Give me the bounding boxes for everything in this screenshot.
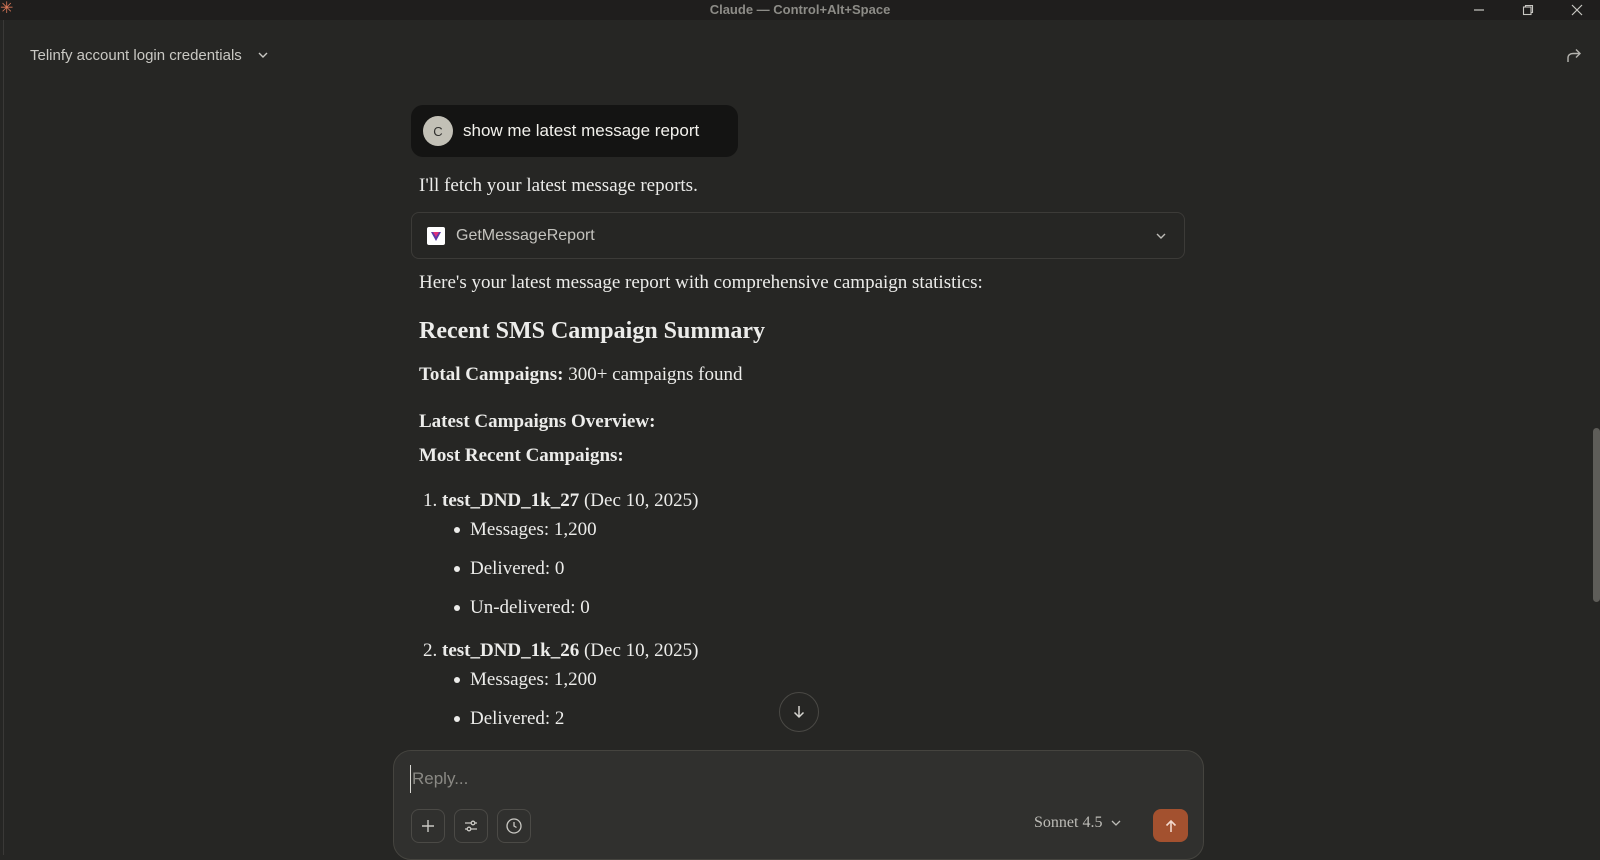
conversation-title-menu[interactable]: Telinfy account login credentials bbox=[30, 44, 270, 66]
total-campaigns: Total Campaigns: 300+ campaigns found bbox=[419, 364, 743, 386]
summary-heading: Recent SMS Campaign Summary bbox=[419, 318, 765, 344]
total-value: 300+ campaigns found bbox=[563, 364, 743, 385]
list-item: Delivered: 2 bbox=[454, 708, 564, 730]
scroll-to-bottom-button[interactable] bbox=[779, 692, 819, 732]
chevron-down-icon bbox=[1152, 227, 1170, 245]
close-icon bbox=[1571, 4, 1583, 16]
assistant-intro: I'll fetch your latest message reports. bbox=[419, 175, 698, 196]
tool-name: GetMessageReport bbox=[456, 226, 595, 244]
tool-call-card[interactable]: GetMessageReport bbox=[411, 212, 1185, 259]
clock-icon bbox=[506, 818, 522, 834]
conversation-title: Telinfy account login credentials bbox=[30, 46, 242, 64]
reply-input[interactable] bbox=[410, 765, 1110, 793]
list-item: 1. test_DND_1k_27 (Dec 10, 2025) bbox=[423, 490, 698, 512]
campaign-stat: Un-delivered: 0 bbox=[470, 597, 590, 618]
list-item: Un-delivered: 0 bbox=[454, 597, 590, 619]
model-name: Sonnet 4.5 bbox=[1034, 814, 1103, 831]
history-button[interactable] bbox=[497, 809, 531, 843]
close-button[interactable] bbox=[1554, 0, 1600, 20]
sliders-icon bbox=[465, 820, 477, 832]
list-item: Delivered: 0 bbox=[454, 558, 564, 580]
avatar: C bbox=[423, 116, 453, 146]
arrow-down-icon bbox=[793, 706, 805, 719]
bullet-icon bbox=[454, 716, 460, 722]
scrollbar-thumb[interactable] bbox=[1593, 428, 1600, 602]
list-item: 2. test_DND_1k_26 (Dec 10, 2025) bbox=[423, 640, 698, 662]
window-border bbox=[3, 20, 4, 855]
bullet-icon bbox=[454, 566, 460, 572]
list-number: 2. bbox=[423, 640, 438, 661]
share-icon bbox=[1567, 49, 1581, 62]
composer: Sonnet 4.5 bbox=[393, 750, 1204, 860]
restore-button[interactable] bbox=[1505, 0, 1551, 20]
add-attachment-button[interactable] bbox=[411, 809, 445, 843]
user-message-text: show me latest message report bbox=[463, 121, 700, 140]
total-label: Total Campaigns: bbox=[419, 364, 564, 385]
tool-icon bbox=[427, 226, 445, 245]
model-selector[interactable]: Sonnet 4.5 bbox=[1034, 814, 1122, 832]
list-number: 1. bbox=[423, 490, 438, 511]
campaign-stat: Delivered: 0 bbox=[470, 558, 565, 579]
tools-button[interactable] bbox=[454, 809, 488, 843]
title-bar: ✳ Claude — Control+Alt+Space bbox=[0, 0, 1600, 20]
send-button[interactable] bbox=[1153, 809, 1188, 842]
list-item: Messages: 1,200 bbox=[454, 519, 597, 541]
campaign-stat: Messages: 1,200 bbox=[470, 669, 597, 690]
overview-heading: Latest Campaigns Overview: bbox=[419, 411, 656, 432]
campaign-stat: Delivered: 2 bbox=[470, 708, 565, 729]
user-message: C show me latest message report bbox=[411, 105, 738, 157]
chevron-down-icon bbox=[1110, 817, 1122, 829]
campaign-date: (Dec 10, 2025) bbox=[579, 640, 699, 661]
arrow-up-icon bbox=[1165, 819, 1176, 832]
bullet-icon bbox=[454, 605, 460, 611]
chevron-down-icon bbox=[256, 48, 270, 62]
bullet-icon bbox=[454, 677, 460, 683]
bullet-icon bbox=[454, 527, 460, 533]
restore-icon bbox=[1522, 4, 1534, 16]
assistant-lead: Here's your latest message report with c… bbox=[419, 272, 983, 293]
window-title: Claude — Control+Alt+Space bbox=[709, 2, 891, 17]
recent-heading: Most Recent Campaigns: bbox=[419, 445, 624, 466]
campaign-name: test_DND_1k_27 bbox=[442, 490, 580, 511]
campaign-stat: Messages: 1,200 bbox=[470, 519, 597, 540]
plus-icon bbox=[422, 820, 434, 832]
campaign-name: test_DND_1k_26 bbox=[442, 640, 580, 661]
list-item: Messages: 1,200 bbox=[454, 669, 597, 691]
campaign-date: (Dec 10, 2025) bbox=[579, 490, 699, 511]
minimize-button[interactable] bbox=[1456, 0, 1502, 20]
minimize-icon bbox=[1474, 9, 1484, 11]
share-button[interactable] bbox=[1560, 44, 1588, 68]
